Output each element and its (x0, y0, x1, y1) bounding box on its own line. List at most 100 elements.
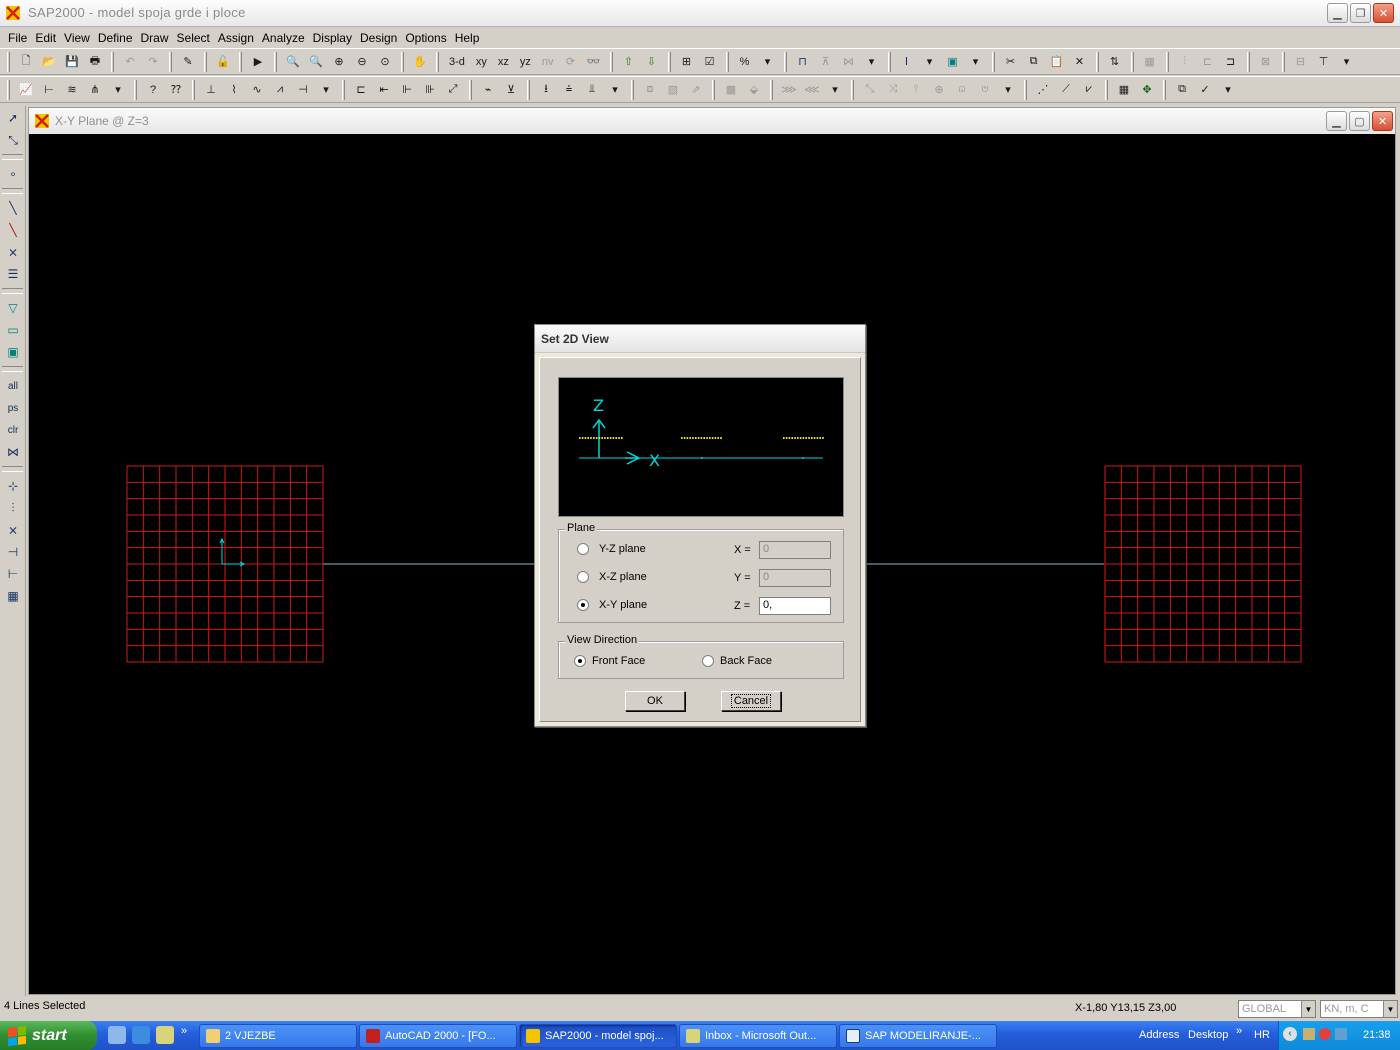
taskbar-item-folder[interactable]: 2 VJEZBE (199, 1024, 357, 1048)
quicklaunch-more-icon[interactable]: » (181, 1025, 187, 1037)
release-icon[interactable]: ⇤ (374, 80, 394, 100)
query-icon[interactable]: ? (143, 80, 163, 100)
percent-icon[interactable]: % (735, 52, 755, 72)
dropdown-arrow-icon[interactable]: ▾ (316, 80, 336, 100)
function-icon[interactable]: ⋔ (85, 80, 105, 100)
cable-icon[interactable]: ⫯ (906, 80, 926, 100)
zoom-window-icon[interactable]: 🔍 (283, 52, 303, 72)
zoom-restore-icon[interactable]: 🔍 (306, 52, 326, 72)
volume-tray-icon[interactable] (1335, 1028, 1347, 1040)
dialog-titlebar[interactable]: Set 2D View (535, 325, 865, 353)
query-multi-icon[interactable]: ⁇ (166, 80, 186, 100)
restore-button[interactable]: ❐ (1350, 3, 1371, 23)
view-3d-button[interactable]: 3-d (445, 52, 469, 72)
stress-icon[interactable]: ⊣ (293, 80, 313, 100)
local-axes-icon[interactable]: ⤢ (443, 80, 463, 100)
move-down-icon[interactable]: ⇩ (642, 52, 662, 72)
undo-icon[interactable]: ↶ (120, 52, 140, 72)
link-icon[interactable]: ⋙ (779, 80, 799, 100)
snap-lines-icon[interactable]: ⊢ (2, 564, 24, 584)
language-indicator[interactable]: HR (1254, 1029, 1270, 1041)
snap-intersection-icon[interactable]: ⩗ (1079, 80, 1099, 100)
x-coord-input[interactable]: 0 (759, 541, 831, 559)
snap-point-icon[interactable]: ⋰ (1033, 80, 1053, 100)
frame-assign-icon[interactable]: ⊩ (397, 80, 417, 100)
grid-icon[interactable]: ▦ (1140, 52, 1160, 72)
network-tray-icon[interactable] (1303, 1028, 1315, 1040)
select-all-button[interactable]: all (2, 376, 24, 396)
move-icon[interactable]: ✥ (1137, 80, 1157, 100)
load-icon[interactable]: ⊻ (501, 80, 521, 100)
grid-snap-icon[interactable]: ▦ (1114, 80, 1134, 100)
menu-select[interactable]: Select (175, 31, 216, 45)
move-up-icon[interactable]: ⇧ (619, 52, 639, 72)
offset-icon[interactable]: ⊟ (1291, 52, 1311, 72)
start-button[interactable]: start (0, 1021, 97, 1050)
radio-button[interactable] (577, 543, 589, 555)
object-shrink-icon[interactable]: ⊞ (677, 52, 697, 72)
redo-icon[interactable]: ↷ (143, 52, 163, 72)
ok-button[interactable]: OK (625, 691, 685, 711)
view-nv-button[interactable]: nv (538, 52, 558, 72)
taskbar-item-word[interactable]: SAP MODELIRANJE-... (839, 1024, 997, 1048)
show-desktop-icon[interactable] (108, 1026, 126, 1044)
new-file-icon[interactable]: 🗋 (16, 52, 36, 72)
pencil-icon[interactable]: ✎ (178, 52, 198, 72)
close-button[interactable]: ✕ (1372, 111, 1393, 131)
print-icon[interactable]: 🖶 (85, 52, 105, 72)
cancel-button[interactable]: Cancel (721, 691, 781, 711)
rotate-icon[interactable]: ⟳ (561, 52, 581, 72)
section-icon[interactable]: Ⅰ (897, 52, 917, 72)
draw-frame-icon[interactable]: ╲ (2, 198, 24, 218)
menu-analyze[interactable]: Analyze (260, 31, 311, 45)
force-diagram-icon[interactable]: ⩘ (270, 80, 290, 100)
minimize-button[interactable]: ▁ (1327, 3, 1348, 23)
toolbar-more-icon[interactable]: » (1236, 1025, 1242, 1037)
radio-button-selected[interactable] (574, 655, 586, 667)
previous-selection-button[interactable]: ps (2, 398, 24, 418)
pan-icon[interactable]: ✋ (410, 52, 430, 72)
define-load-icon[interactable]: ⊢ (39, 80, 59, 100)
dropdown-arrow-icon[interactable]: ▾ (758, 52, 778, 72)
units-select[interactable]: KN, m, C ▼ (1320, 1000, 1398, 1018)
menu-edit[interactable]: Edit (33, 31, 62, 45)
quick-secondary-icon[interactable]: ☰ (2, 264, 24, 284)
plane-xz-radio[interactable]: X-Z plane (577, 571, 647, 583)
dropdown-arrow-icon[interactable]: ▾ (825, 80, 845, 100)
zoom-in-icon[interactable]: ⊕ (329, 52, 349, 72)
y-coord-input[interactable]: 0 (759, 569, 831, 587)
view-yz-button[interactable]: yz (516, 52, 535, 72)
extrude-icon[interactable]: ⊏ (1198, 52, 1218, 72)
intersecting-line-select-icon[interactable]: ⋈ (2, 442, 24, 462)
chevron-down-icon[interactable]: ▼ (1383, 1001, 1397, 1017)
section-assign-icon[interactable]: ⊪ (420, 80, 440, 100)
maximize-button[interactable]: ▢ (1349, 111, 1370, 131)
address-toolbar-label[interactable]: Address (1139, 1029, 1179, 1041)
tendon-icon[interactable]: ⤡ (860, 80, 880, 100)
snap-grid-icon[interactable]: ▦ (2, 586, 24, 606)
mode-shape-icon[interactable]: ∿ (247, 80, 267, 100)
dropdown-arrow-icon[interactable]: ▾ (1218, 80, 1238, 100)
menu-help[interactable]: Help (453, 31, 486, 45)
menu-assign[interactable]: Assign (216, 31, 260, 45)
menu-design[interactable]: Design (358, 31, 403, 45)
run-analysis-icon[interactable]: ▶ (248, 52, 268, 72)
reshape-pointer-icon[interactable]: ⤡ (2, 130, 24, 150)
quick-draw-area-icon[interactable]: ▣ (2, 342, 24, 362)
join-icon[interactable]: ⊐ (1221, 52, 1241, 72)
zoom-full-icon[interactable]: ⊙ (375, 52, 395, 72)
snap-line-icon[interactable]: ⟋ (1056, 80, 1076, 100)
save-icon[interactable]: 💾 (62, 52, 82, 72)
menu-options[interactable]: Options (403, 31, 452, 45)
draw-poly-area-icon[interactable]: ▽ (2, 298, 24, 318)
outlook-quicklaunch-icon[interactable] (156, 1026, 174, 1044)
joint-assign-icon[interactable]: ⊏ (351, 80, 371, 100)
draw-rect-area-icon[interactable]: ▭ (2, 320, 24, 340)
dimension-icon[interactable]: ⊤ (1314, 52, 1334, 72)
front-face-radio[interactable]: Front Face (574, 655, 645, 667)
pointer-icon[interactable]: ➚ (2, 108, 24, 128)
align-icon[interactable]: ⇅ (1105, 52, 1125, 72)
snap-perpendicular-icon[interactable]: ⊣ (2, 542, 24, 562)
shell-axes-icon[interactable]: ⇗ (686, 80, 706, 100)
snap-ends-icon[interactable]: ⫶ (2, 498, 24, 518)
